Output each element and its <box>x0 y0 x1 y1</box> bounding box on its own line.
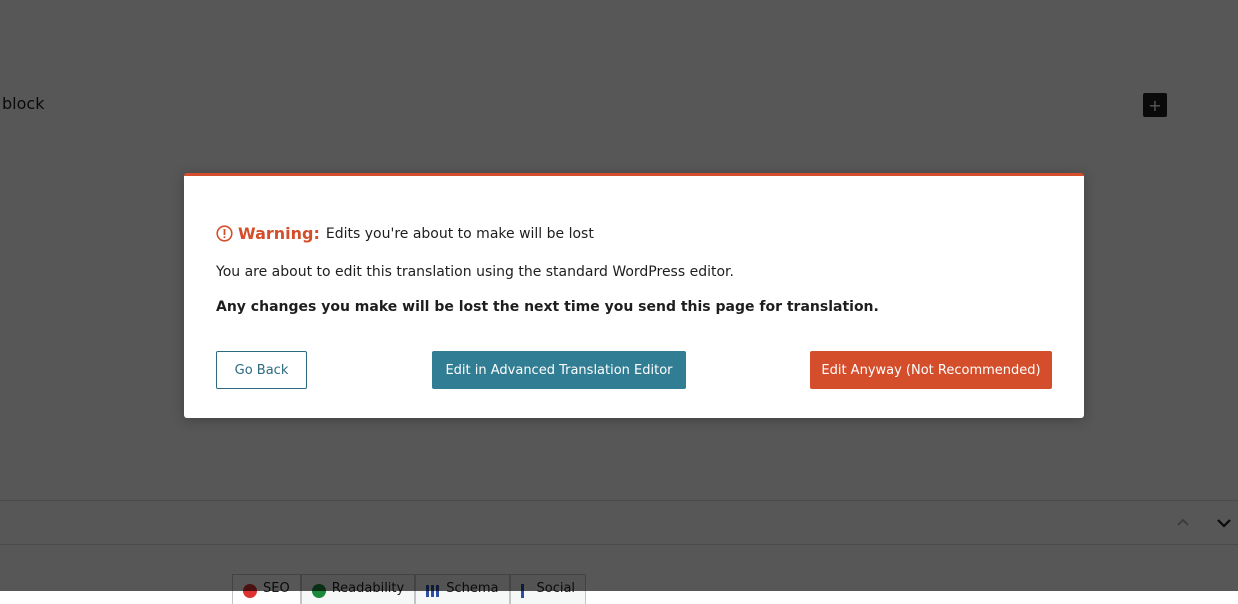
warning-label: Warning: <box>238 224 320 243</box>
dialog-emphasis-message: Any changes you make will be lost the ne… <box>216 299 879 315</box>
dialog-message: You are about to edit this translation u… <box>216 264 734 280</box>
edit-in-advanced-translation-editor-button[interactable]: Edit in Advanced Translation Editor <box>432 351 686 389</box>
warning-text: Edits you're about to make will be lost <box>325 225 594 242</box>
warning-heading: Warning: Edits you're about to make will… <box>216 224 594 243</box>
warning-icon <box>216 225 233 242</box>
edit-anyway-button[interactable]: Edit Anyway (Not Recommended) <box>810 351 1052 389</box>
warning-dialog: Warning: Edits you're about to make will… <box>184 173 1084 418</box>
go-back-button[interactable]: Go Back <box>216 351 307 389</box>
